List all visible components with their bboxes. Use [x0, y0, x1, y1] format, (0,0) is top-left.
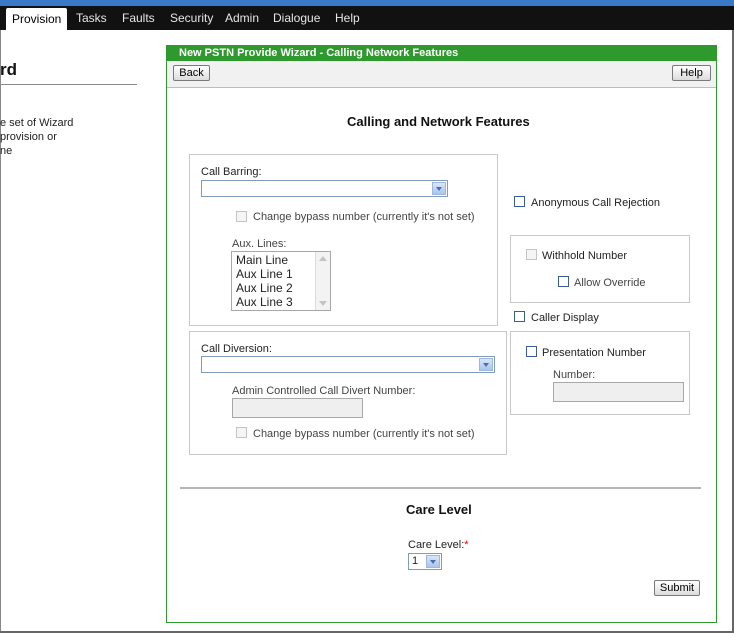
call-diversion-group: Call Diversion: Admin Controlled Call Di… [189, 331, 507, 455]
care-level-label-text: Care Level: [408, 539, 465, 551]
list-item[interactable]: Aux Line 2 [236, 281, 293, 295]
list-item[interactable]: Main Line [236, 253, 288, 267]
left-panel-text-line: ne [0, 145, 13, 157]
diversion-bypass-label: Change bypass number (currently it's not… [253, 428, 475, 440]
help-button[interactable]: Help [672, 65, 711, 81]
call-diversion-label: Call Diversion: [201, 343, 272, 355]
call-barring-group: Call Barring: Change bypass number (curr… [189, 154, 498, 326]
left-panel-divider [0, 84, 137, 85]
aux-lines-scrollbar[interactable] [315, 252, 330, 310]
menu-security[interactable]: Security [170, 6, 213, 30]
menu-tasks[interactable]: Tasks [76, 6, 107, 30]
chevron-down-icon [426, 555, 440, 568]
back-button[interactable]: Back [173, 65, 210, 81]
call-barring-label: Call Barring: [201, 166, 262, 178]
chevron-down-icon [479, 358, 493, 371]
admin-divert-input[interactable] [232, 398, 363, 418]
wizard-panel: New PSTN Provide Wizard - Calling Networ… [166, 45, 717, 623]
withhold-number-label: Withhold Number [542, 250, 627, 262]
barring-bypass-checkbox[interactable] [236, 211, 247, 222]
calling-features-heading: Calling and Network Features [347, 114, 530, 129]
admin-divert-label: Admin Controlled Call Divert Number: [232, 385, 416, 397]
list-item[interactable]: Aux Line 1 [236, 267, 293, 281]
call-diversion-select[interactable] [201, 356, 495, 373]
menu-help[interactable]: Help [335, 6, 360, 30]
menu-admin[interactable]: Admin [225, 6, 259, 30]
main-menu-bar: Provision Tasks Faults Security Admin Di… [0, 6, 734, 30]
menu-provision[interactable]: Provision [6, 8, 68, 30]
wizard-toolbar: Back Help [167, 61, 716, 88]
left-panel-text-line: e set of Wizard [0, 117, 74, 129]
presentation-group: Presentation Number Number: [510, 331, 690, 415]
caller-display-checkbox[interactable] [514, 311, 525, 322]
wizard-title: New PSTN Provide Wizard - Calling Networ… [179, 47, 459, 59]
presentation-number-checkbox[interactable] [526, 346, 537, 357]
barring-bypass-label: Change bypass number (currently it's not… [253, 211, 475, 223]
anonymous-rejection-checkbox[interactable] [514, 196, 525, 207]
required-marker: * [464, 539, 469, 551]
anonymous-rejection-label: Anonymous Call Rejection [531, 197, 661, 209]
menu-faults[interactable]: Faults [122, 6, 155, 30]
scroll-up-icon [319, 256, 327, 261]
scroll-down-icon [319, 301, 327, 306]
number-input[interactable] [553, 382, 684, 402]
left-panel-title: rd [0, 60, 17, 79]
care-level-heading: Care Level [406, 502, 472, 517]
care-level-select[interactable]: 1 [408, 553, 442, 570]
submit-button[interactable]: Submit [654, 580, 700, 596]
wizard-header: New PSTN Provide Wizard - Calling Networ… [167, 46, 716, 61]
care-level-value: 1 [412, 555, 419, 567]
allow-override-checkbox[interactable] [558, 276, 569, 287]
left-panel-text-line: provision or [0, 131, 57, 143]
allow-override-label: Allow Override [574, 277, 646, 289]
list-item[interactable]: Aux Line 3 [236, 295, 293, 309]
withhold-group: Withhold Number Allow Override [510, 235, 690, 303]
caller-display-label: Caller Display [531, 312, 599, 324]
withhold-number-checkbox[interactable] [526, 249, 537, 260]
call-barring-select[interactable] [201, 180, 448, 197]
aux-lines-listbox[interactable]: Main Line Aux Line 1 Aux Line 2 Aux Line… [231, 251, 331, 311]
section-divider [180, 487, 701, 489]
diversion-bypass-checkbox[interactable] [236, 427, 247, 438]
menu-dialogue[interactable]: Dialogue [273, 6, 320, 30]
care-level-label: Care Level:* [408, 539, 469, 551]
aux-lines-label: Aux. Lines: [232, 238, 287, 250]
chevron-down-icon [432, 182, 446, 195]
presentation-number-label: Presentation Number [542, 347, 646, 359]
number-label: Number: [553, 369, 596, 381]
